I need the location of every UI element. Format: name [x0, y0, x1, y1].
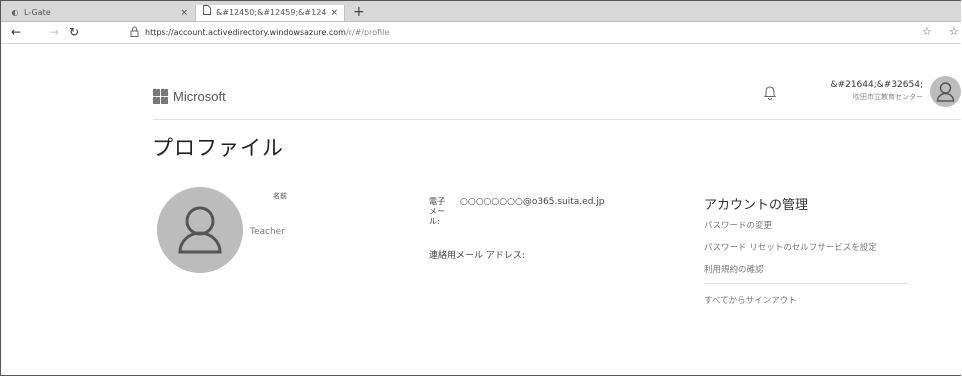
url-host: https://account.activedirectory.windowsa… — [145, 28, 346, 37]
name-value: Teacher — [250, 227, 285, 237]
change-password-link[interactable]: パスワードの変更 — [704, 219, 772, 231]
new-tab-button[interactable]: + — [353, 3, 365, 21]
contact-email-label: 連絡用メール アドレス: — [429, 251, 525, 261]
tab-lgate[interactable]: ◐ L-Gate × — [4, 5, 194, 21]
browser-window: ◐ L-Gate × &#12450;&#12459;&#12475;&#1253… — [0, 0, 961, 376]
page-icon — [202, 5, 212, 21]
email-value: ○○○○○○○○@o365.suita.ed.jp — [460, 197, 605, 207]
favorites-icon[interactable]: ☆ — [949, 25, 959, 38]
terms-of-use-link[interactable]: 利用規約の確認 — [704, 263, 764, 275]
tab-label: &#12450;&#12459;&#12475;&#12531;&#12488; — [216, 8, 326, 17]
tab-label: L-Gate — [24, 8, 51, 17]
brand-name: Microsoft — [173, 89, 226, 104]
microsoft-grid-icon — [153, 89, 168, 104]
person-icon — [936, 82, 955, 102]
tab-profile[interactable]: &#12450;&#12459;&#12475;&#12531;&#12488;… — [195, 5, 345, 21]
favorite-star-icon[interactable]: ☆ — [922, 25, 932, 38]
microsoft-logo[interactable]: Microsoft — [153, 89, 226, 104]
address-bar: ← → ↻ https://account.activedirectory.wi… — [1, 22, 961, 44]
password-reset-setup-link[interactable]: パスワード リセットのセルフサービスを設定 — [704, 241, 877, 253]
tab-close-icon[interactable]: × — [330, 5, 338, 21]
user-info[interactable]: &#21644;&#32654; 吹田市立教育センター — [801, 79, 923, 103]
name-label: 名前 — [273, 192, 287, 200]
url-path: /r/#/profile — [345, 28, 390, 37]
refresh-icon[interactable]: ↻ — [69, 24, 79, 40]
lock-icon — [130, 26, 139, 40]
account-divider — [704, 283, 907, 284]
profile-avatar — [157, 187, 243, 273]
user-organization: 吹田市立教育センター — [853, 93, 923, 101]
forward-icon[interactable]: → — [49, 24, 59, 40]
header-divider — [153, 119, 961, 120]
sign-out-everywhere-link[interactable]: すべてからサインアウト — [704, 294, 797, 306]
person-icon — [178, 206, 222, 254]
site-icon: ◐ — [11, 8, 19, 17]
user-name: &#21644;&#32654; — [830, 80, 923, 90]
back-icon[interactable]: ← — [11, 24, 21, 40]
page-title: プロファイル — [152, 136, 284, 160]
account-management-title: アカウントの管理 — [704, 198, 809, 213]
tab-strip: ◐ L-Gate × &#12450;&#12459;&#12475;&#1253… — [1, 1, 961, 22]
bell-icon[interactable] — [762, 85, 778, 101]
tab-close-icon[interactable]: × — [180, 5, 188, 21]
url-field[interactable]: https://account.activedirectory.windowsa… — [145, 26, 389, 39]
email-label: 電子メール: — [429, 197, 445, 226]
user-avatar[interactable] — [930, 76, 961, 107]
